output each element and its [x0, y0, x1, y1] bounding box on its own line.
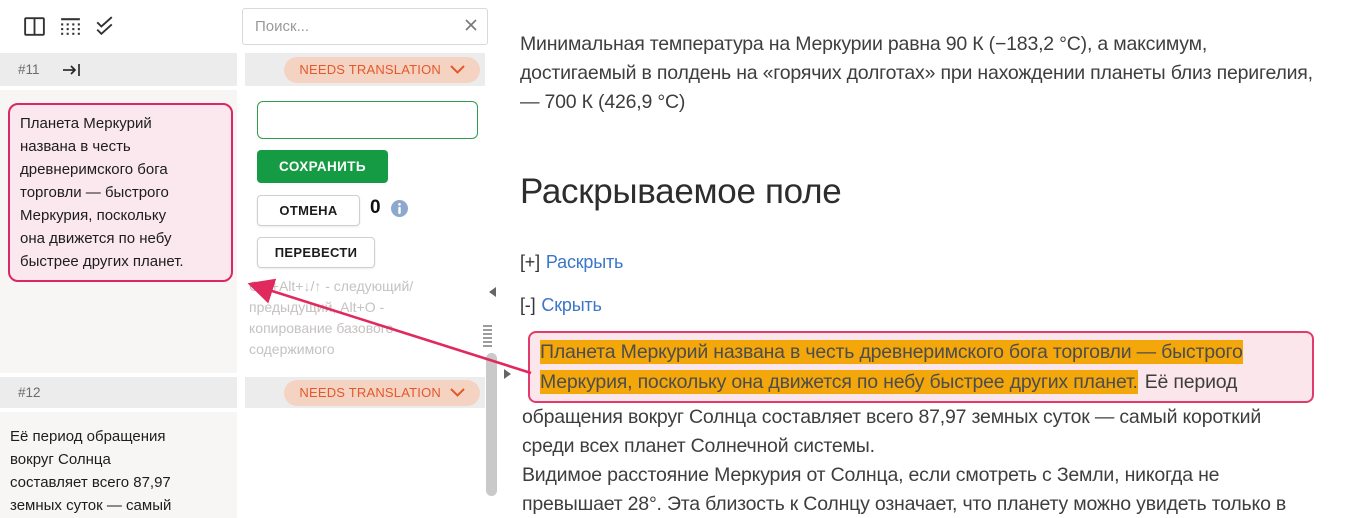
- segment-12-header[interactable]: #12: [0, 377, 237, 408]
- status-dropdown[interactable]: NEEDS TRANSLATION: [284, 56, 480, 83]
- source-text-line: земных суток — самый: [10, 497, 172, 514]
- segment-11-source-cell[interactable]: Планета Меркурий названа в честь древнер…: [0, 90, 237, 373]
- double-check-icon: [92, 14, 118, 39]
- search-input[interactable]: [243, 18, 460, 35]
- source-text-line: торговли — быстрого: [20, 184, 169, 201]
- segment-12-status-cell: NEEDS TRANSLATION: [245, 377, 485, 408]
- split-view-icon: [22, 14, 48, 39]
- highlighted-sentence: Планета Меркурий названа в честь древнер…: [540, 340, 1243, 364]
- section-heading: Раскрываемое поле: [520, 172, 842, 211]
- temperature-paragraph: Минимальная температура на Меркурии равн…: [520, 30, 1313, 117]
- source-text-line: названа в честь: [20, 138, 131, 155]
- translate-button[interactable]: ПЕРЕВЕСТИ: [257, 237, 375, 268]
- orbit-paragraph: обращения вокруг Солнца составляет всего…: [522, 403, 1286, 518]
- doc-text-line: Видимое расстояние Меркурия от Солнца, е…: [522, 464, 1220, 486]
- doc-text-line: среди всех планет Солнечной системы.: [522, 435, 875, 457]
- splitter-drag-handle[interactable]: [483, 325, 492, 349]
- segment-11-status-cell: NEEDS TRANSLATION: [245, 53, 485, 86]
- save-button[interactable]: СОХРАНИТЬ: [257, 150, 388, 183]
- source-text-line: быстрее других планет.: [20, 253, 184, 270]
- confirm-all-button[interactable]: [92, 13, 118, 39]
- source-text-line: составляет всего 87,97: [10, 474, 171, 491]
- doc-text-line: Минимальная температура на Меркурии равн…: [520, 33, 1208, 55]
- doc-text-line: — 700 К (426,9 °C): [520, 91, 686, 113]
- segment-11-header[interactable]: #11: [0, 53, 237, 86]
- segments-toolbar: [0, 0, 505, 52]
- cancel-button[interactable]: ОТМЕНА: [257, 195, 360, 226]
- collapse-bracket: [-]: [520, 295, 536, 315]
- status-label: NEEDS TRANSLATION: [299, 385, 441, 400]
- expand-row: [+] Раскрыть: [520, 252, 623, 273]
- split-view-button[interactable]: [22, 13, 48, 39]
- status-dropdown[interactable]: NEEDS TRANSLATION: [284, 379, 480, 406]
- doc-text-line: превышает 28°. Эта близость к Солнцу озн…: [522, 493, 1287, 515]
- source-text-line: вокруг Солнца: [10, 451, 111, 468]
- clear-search-button[interactable]: [460, 18, 488, 35]
- collapse-link[interactable]: Скрыть: [541, 295, 601, 315]
- chevron-down-icon: [450, 385, 465, 400]
- search-box: [242, 8, 488, 45]
- match-counter: 0: [370, 197, 381, 218]
- info-icon[interactable]: [391, 200, 408, 217]
- highlighted-sentence: Меркурия, поскольку она движется по небу…: [540, 370, 1138, 394]
- grid-view-button[interactable]: [58, 13, 84, 39]
- source-text-line: Её период обращения: [10, 428, 166, 445]
- translation-app: #11 NEEDS TRANSLATION Планета Меркурий: [0, 0, 1368, 518]
- shortcut-hint: Ctrl+Alt+↓/↑ - следующий/предыдущий, Alt…: [249, 278, 414, 357]
- close-icon: [464, 18, 478, 35]
- following-text: Её период: [1144, 371, 1238, 393]
- status-label: NEEDS TRANSLATION: [299, 62, 441, 77]
- doc-text-line: обращения вокруг Солнца составляет всего…: [522, 406, 1262, 428]
- active-segment-annotation-box: Планета Меркурий названа в честь древнер…: [528, 331, 1314, 403]
- collapse-row: [-] Скрыть: [520, 295, 602, 316]
- segment-number: #11: [18, 62, 40, 77]
- chevron-down-icon: [450, 62, 465, 77]
- grid-table-icon: [58, 14, 84, 39]
- collapse-panel-arrow-icon[interactable]: [489, 287, 496, 297]
- expand-link[interactable]: Раскрыть: [546, 252, 623, 272]
- expand-panel-arrow-icon[interactable]: [504, 369, 511, 379]
- segment-number: #12: [18, 385, 41, 400]
- source-text-line: Меркурия, поскольку: [20, 207, 167, 224]
- expand-bracket: [+]: [520, 252, 540, 272]
- translation-input[interactable]: [257, 101, 478, 139]
- document-preview: Минимальная температура на Меркурии равн…: [520, 0, 1368, 518]
- source-text: Её период обращения вокруг Солнца состав…: [0, 412, 237, 518]
- active-source-highlight-box: Планета Меркурий названа в честь древнер…: [8, 103, 233, 282]
- doc-text-line: достигаемый в полдень на «горячих долгот…: [520, 62, 1313, 84]
- source-text-line: Планета Меркурий: [20, 115, 152, 132]
- source-text-line: она движется по небу: [20, 230, 172, 247]
- tab-marker-icon: [62, 63, 82, 77]
- segment-12-source-cell[interactable]: Её период обращения вокруг Солнца состав…: [0, 412, 237, 518]
- scrollbar-thumb[interactable]: [486, 353, 497, 496]
- source-text-line: древнеримского бога: [20, 161, 168, 178]
- segments-panel: #11 NEEDS TRANSLATION Планета Меркурий: [0, 0, 520, 518]
